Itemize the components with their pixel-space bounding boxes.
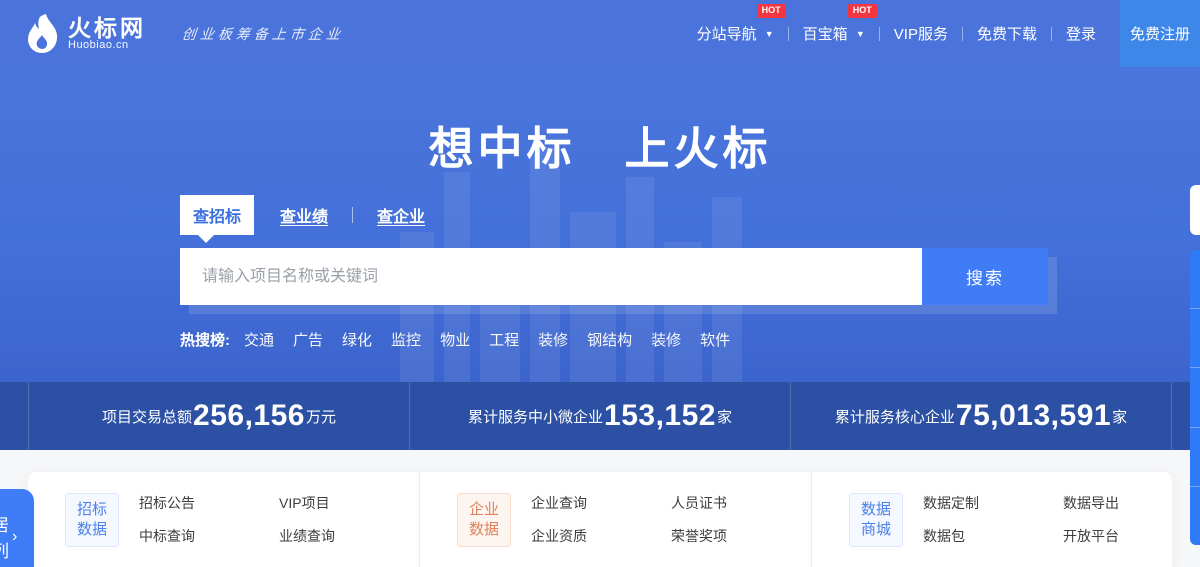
group-data-mall: 数据 商城 数据定制 数据包 数据导出 开放平台 xyxy=(811,472,1200,567)
left-tab-label: 居 列 xyxy=(0,513,9,565)
nav-item-toolbox[interactable]: HOT 百宝箱 ▼ xyxy=(789,23,879,44)
chevron-right-icon: › xyxy=(12,528,17,546)
logo-text: 火标网 Huobiao.cn xyxy=(68,16,146,52)
nav-item-label: 免费下载 xyxy=(977,26,1037,43)
search-tabs: 查招标 查业绩 查企业 xyxy=(180,197,449,233)
tab-yeji[interactable]: 查业绩 xyxy=(280,203,328,227)
hot-search-item[interactable]: 广告 xyxy=(293,329,323,350)
stat-value: 256,156 xyxy=(193,399,305,433)
brand-name: 火标网 xyxy=(68,16,146,40)
link-bid-announcement[interactable]: 招标公告 xyxy=(139,493,279,513)
badge-line: 数据 xyxy=(77,520,107,540)
stat-value: 75,013,591 xyxy=(956,399,1111,433)
hot-search-item[interactable]: 装修 xyxy=(651,329,681,350)
nav-item-download[interactable]: 免费下载 xyxy=(963,23,1051,44)
left-tab-char: 居 xyxy=(0,513,9,539)
logo[interactable]: 火标网 Huobiao.cn xyxy=(26,13,146,55)
stat-sme-served: 累计服务中小微企业 153,152 家 xyxy=(409,382,790,450)
hot-badge: HOT xyxy=(848,4,877,18)
search-button[interactable]: 搜索 xyxy=(922,248,1048,305)
link-enterprise-qualification[interactable]: 企业资质 xyxy=(531,526,671,546)
left-floating-tab[interactable]: 居 列 › xyxy=(0,489,34,567)
hot-search-item[interactable]: 装修 xyxy=(538,329,568,350)
category-card: 招标 数据 招标公告 中标查询 VIP项目 业绩查询 企业 数据 xyxy=(28,472,1172,567)
chevron-down-icon: ▼ xyxy=(765,29,774,39)
brand-tagline: 创业板筹备上市企业 xyxy=(181,24,345,44)
right-floating-widget-top[interactable] xyxy=(1190,185,1200,235)
nav-item-login[interactable]: 登录 xyxy=(1052,23,1110,44)
nav-item-label: VIP服务 xyxy=(894,26,948,43)
nav-item-label: 百宝箱 xyxy=(803,26,848,43)
hot-badge: HOT xyxy=(757,4,786,18)
badge-line: 商城 xyxy=(861,520,891,540)
link-honors-awards[interactable]: 荣誉奖项 xyxy=(671,526,811,546)
badge-line: 数据 xyxy=(469,520,499,540)
badge-line: 数据 xyxy=(861,500,891,520)
stat-unit: 家 xyxy=(1112,406,1127,427)
tab-separator xyxy=(352,207,353,223)
hot-search-item[interactable]: 软件 xyxy=(700,329,730,350)
hot-search-item[interactable]: 物业 xyxy=(440,329,470,350)
stat-value: 153,152 xyxy=(604,399,716,433)
chevron-down-icon: ▼ xyxy=(856,29,865,39)
nav-item-label: 登录 xyxy=(1066,26,1096,43)
right-floating-toolbar[interactable] xyxy=(1190,250,1200,545)
badge-data-mall: 数据 商城 xyxy=(849,493,903,547)
search-bar: 搜索 xyxy=(180,248,1048,305)
link-data-export[interactable]: 数据导出 xyxy=(1063,493,1200,513)
stat-label: 项目交易总额 xyxy=(102,406,192,427)
nav-menu: HOT 分站导航 ▼ HOT 百宝箱 ▼ VIP服务 免费下载 登录 免费注册 xyxy=(683,0,1200,67)
badge-line: 企业 xyxy=(469,500,499,520)
left-tab-char: 列 xyxy=(0,539,9,565)
badge-bidding-data: 招标 数据 xyxy=(65,493,119,547)
stat-total-transactions: 项目交易总额 256,156 万元 xyxy=(29,382,409,450)
hot-search-label: 热搜榜: xyxy=(180,329,230,350)
stat-label: 累计服务核心企业 xyxy=(835,406,955,427)
nav-item-site-nav[interactable]: HOT 分站导航 ▼ xyxy=(683,23,788,44)
hot-search-item[interactable]: 监控 xyxy=(391,329,421,350)
hot-search-item[interactable]: 工程 xyxy=(489,329,519,350)
link-performance-query[interactable]: 业绩查询 xyxy=(279,526,419,546)
flame-logo-icon xyxy=(26,13,60,55)
hot-search-item[interactable]: 钢结构 xyxy=(587,329,632,350)
register-button[interactable]: 免费注册 xyxy=(1120,0,1200,67)
link-data-package[interactable]: 数据包 xyxy=(923,526,1063,546)
link-vip-projects[interactable]: VIP项目 xyxy=(279,493,419,513)
tab-qiye[interactable]: 查企业 xyxy=(377,203,425,227)
stat-unit: 家 xyxy=(717,406,732,427)
hero-section: 想中标 上火标 查招标 查业绩 查企业 搜索 热搜榜: 交通 广告 绿化 监控 … xyxy=(0,67,1200,382)
badge-enterprise-data: 企业 数据 xyxy=(457,493,511,547)
group-enterprise-data: 企业 数据 企业查询 企业资质 人员证书 荣誉奖项 xyxy=(419,472,811,567)
group-bidding-data: 招标 数据 招标公告 中标查询 VIP项目 业绩查询 xyxy=(28,472,419,567)
search-input[interactable] xyxy=(180,248,922,305)
tab-zhaobiao[interactable]: 查招标 xyxy=(180,195,254,235)
hero-title: 想中标 上火标 xyxy=(0,112,1200,177)
stat-unit: 万元 xyxy=(306,406,336,427)
hot-search-row: 热搜榜: 交通 广告 绿化 监控 物业 工程 装修 钢结构 装修 软件 xyxy=(180,329,749,350)
link-winning-bid-query[interactable]: 中标查询 xyxy=(139,526,279,546)
page: 火标网 Huobiao.cn 创业板筹备上市企业 HOT 分站导航 ▼ HOT … xyxy=(0,0,1200,567)
nav-item-vip[interactable]: VIP服务 xyxy=(880,23,962,44)
link-data-customization[interactable]: 数据定制 xyxy=(923,493,1063,513)
top-navbar: 火标网 Huobiao.cn 创业板筹备上市企业 HOT 分站导航 ▼ HOT … xyxy=(0,0,1200,67)
nav-item-label: 分站导航 xyxy=(697,26,757,43)
brand-domain: Huobiao.cn xyxy=(68,40,146,52)
stats-bar: 项目交易总额 256,156 万元 累计服务中小微企业 153,152 家 累计… xyxy=(0,382,1200,450)
link-personnel-certificates[interactable]: 人员证书 xyxy=(671,493,811,513)
hot-search-item[interactable]: 绿化 xyxy=(342,329,372,350)
hot-search-item[interactable]: 交通 xyxy=(244,329,274,350)
stat-label: 累计服务中小微企业 xyxy=(468,406,603,427)
stat-core-enterprises: 累计服务核心企业 75,013,591 家 xyxy=(790,382,1171,450)
link-enterprise-query[interactable]: 企业查询 xyxy=(531,493,671,513)
link-open-platform[interactable]: 开放平台 xyxy=(1063,526,1200,546)
badge-line: 招标 xyxy=(77,500,107,520)
